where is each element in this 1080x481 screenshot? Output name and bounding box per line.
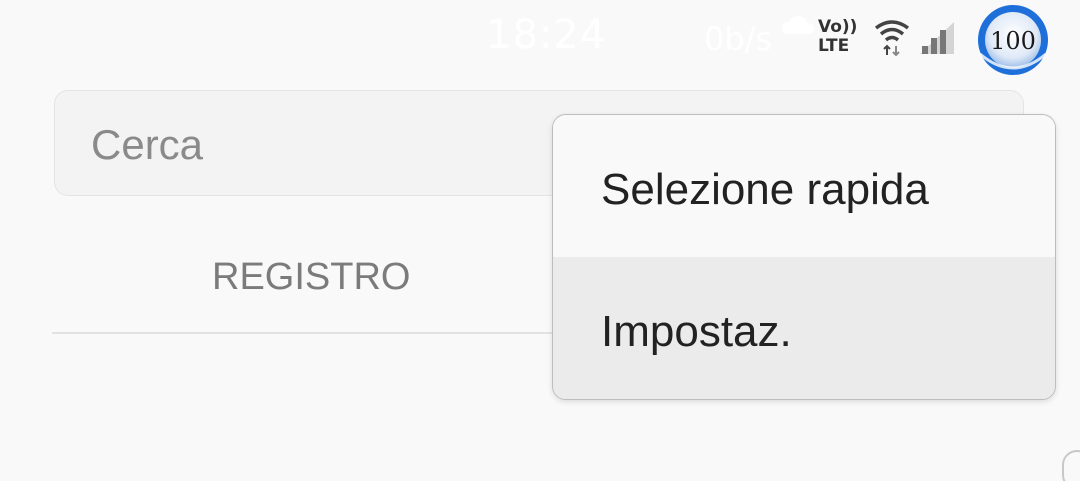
screen: 18:24 0b/s Vo)) LTE 100 Cerca REGISTRO S… [0, 0, 1080, 481]
battery-level: 100 [990, 27, 1036, 55]
battery-icon: 100 [978, 5, 1048, 75]
search-placeholder: Cerca [91, 121, 204, 168]
status-time: 18:24 [486, 12, 607, 58]
tab-registro[interactable]: REGISTRO [212, 256, 410, 299]
menu-item-quick-selection[interactable]: Selezione rapida [553, 115, 1055, 257]
menu-item-settings[interactable]: Impostaz. [553, 257, 1055, 399]
menu-item-label: Impostaz. [601, 307, 792, 356]
wifi-icon [874, 20, 910, 56]
scroll-handle[interactable] [1062, 450, 1080, 481]
volte-icon: Vo)) LTE [818, 18, 858, 58]
status-bar: 18:24 0b/s Vo)) LTE 100 [0, 0, 1080, 80]
volte-label-bottom: LTE [818, 36, 850, 56]
tab-divider [52, 332, 554, 334]
menu-item-label: Selezione rapida [601, 165, 929, 214]
overflow-popup-menu: Selezione rapida Impostaz. [552, 114, 1056, 400]
network-speed: 0b/s [704, 20, 773, 58]
cloud-icon [782, 16, 814, 34]
signal-icon [920, 22, 954, 54]
volte-label-top: Vo)) [818, 17, 858, 37]
